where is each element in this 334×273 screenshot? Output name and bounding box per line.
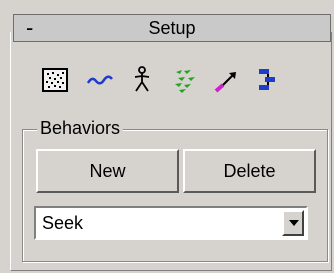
walking-figure-icon bbox=[134, 66, 150, 92]
hierarchy-icon bbox=[259, 69, 275, 90]
dropdown-arrow-button[interactable] bbox=[282, 210, 304, 236]
dotted-grid-icon bbox=[42, 68, 68, 92]
link-tool-button[interactable] bbox=[250, 63, 282, 97]
path-tool-button[interactable] bbox=[84, 63, 116, 97]
behavior-dropdown[interactable]: Seek bbox=[34, 206, 308, 240]
display-field-tool-button[interactable] bbox=[40, 63, 72, 97]
behavior-dropdown-value: Seek bbox=[42, 213, 84, 233]
crowd-tool-button[interactable] bbox=[170, 63, 202, 97]
setup-panel: - Setup Behaviors New Delete Seek bbox=[0, 0, 334, 273]
wave-icon bbox=[86, 75, 113, 85]
chevron-down-icon bbox=[289, 220, 299, 226]
behaviors-group-label: Behaviors bbox=[37, 117, 124, 139]
biped-tool-button[interactable] bbox=[126, 63, 158, 97]
vector-tool-button[interactable] bbox=[210, 63, 242, 97]
magenta-arrow-icon bbox=[214, 72, 236, 93]
new-behavior-button[interactable]: New bbox=[36, 149, 179, 193]
rollout-titlebar[interactable]: - Setup bbox=[13, 14, 331, 42]
rollout-title: Setup bbox=[148, 18, 196, 38]
green-arrows-icon bbox=[175, 70, 195, 93]
delete-behavior-button[interactable]: Delete bbox=[183, 149, 316, 193]
tool-icon-bar bbox=[40, 63, 310, 97]
